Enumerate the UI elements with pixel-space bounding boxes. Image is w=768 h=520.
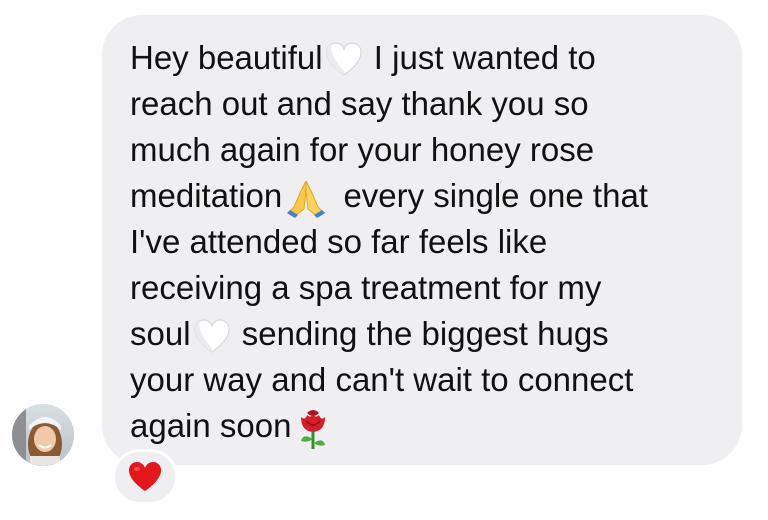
dm-conversation: Hey beautiful I just wanted to reach out… xyxy=(0,0,768,520)
message-line: soul sending the biggest hugs xyxy=(130,311,718,357)
message-bubble[interactable]: Hey beautiful I just wanted to reach out… xyxy=(102,15,742,465)
message-line: reach out and say thank you so xyxy=(130,85,589,122)
message-line: again soon xyxy=(130,403,718,450)
folded-hands-icon xyxy=(284,177,328,219)
sender-avatar[interactable] xyxy=(12,404,74,466)
message-line: Hey beautiful I just wanted to xyxy=(130,35,718,81)
red-heart-icon xyxy=(128,461,162,493)
message-line: I've attended so far feels like xyxy=(130,223,548,261)
avatar-photo xyxy=(12,404,74,466)
message-line: much again for your honey rose xyxy=(130,131,595,168)
reaction-badge[interactable] xyxy=(112,449,178,505)
rose-icon xyxy=(293,407,333,451)
message-line: meditation every single one that xyxy=(130,173,718,219)
white-heart-icon xyxy=(193,318,231,356)
message-line: your way and can't wait to connect xyxy=(130,361,634,399)
message-text: Hey beautiful I just wanted to reach out… xyxy=(130,35,718,451)
white-heart-icon xyxy=(325,41,363,79)
message-line: receiving a spa treatment for my xyxy=(130,269,602,307)
